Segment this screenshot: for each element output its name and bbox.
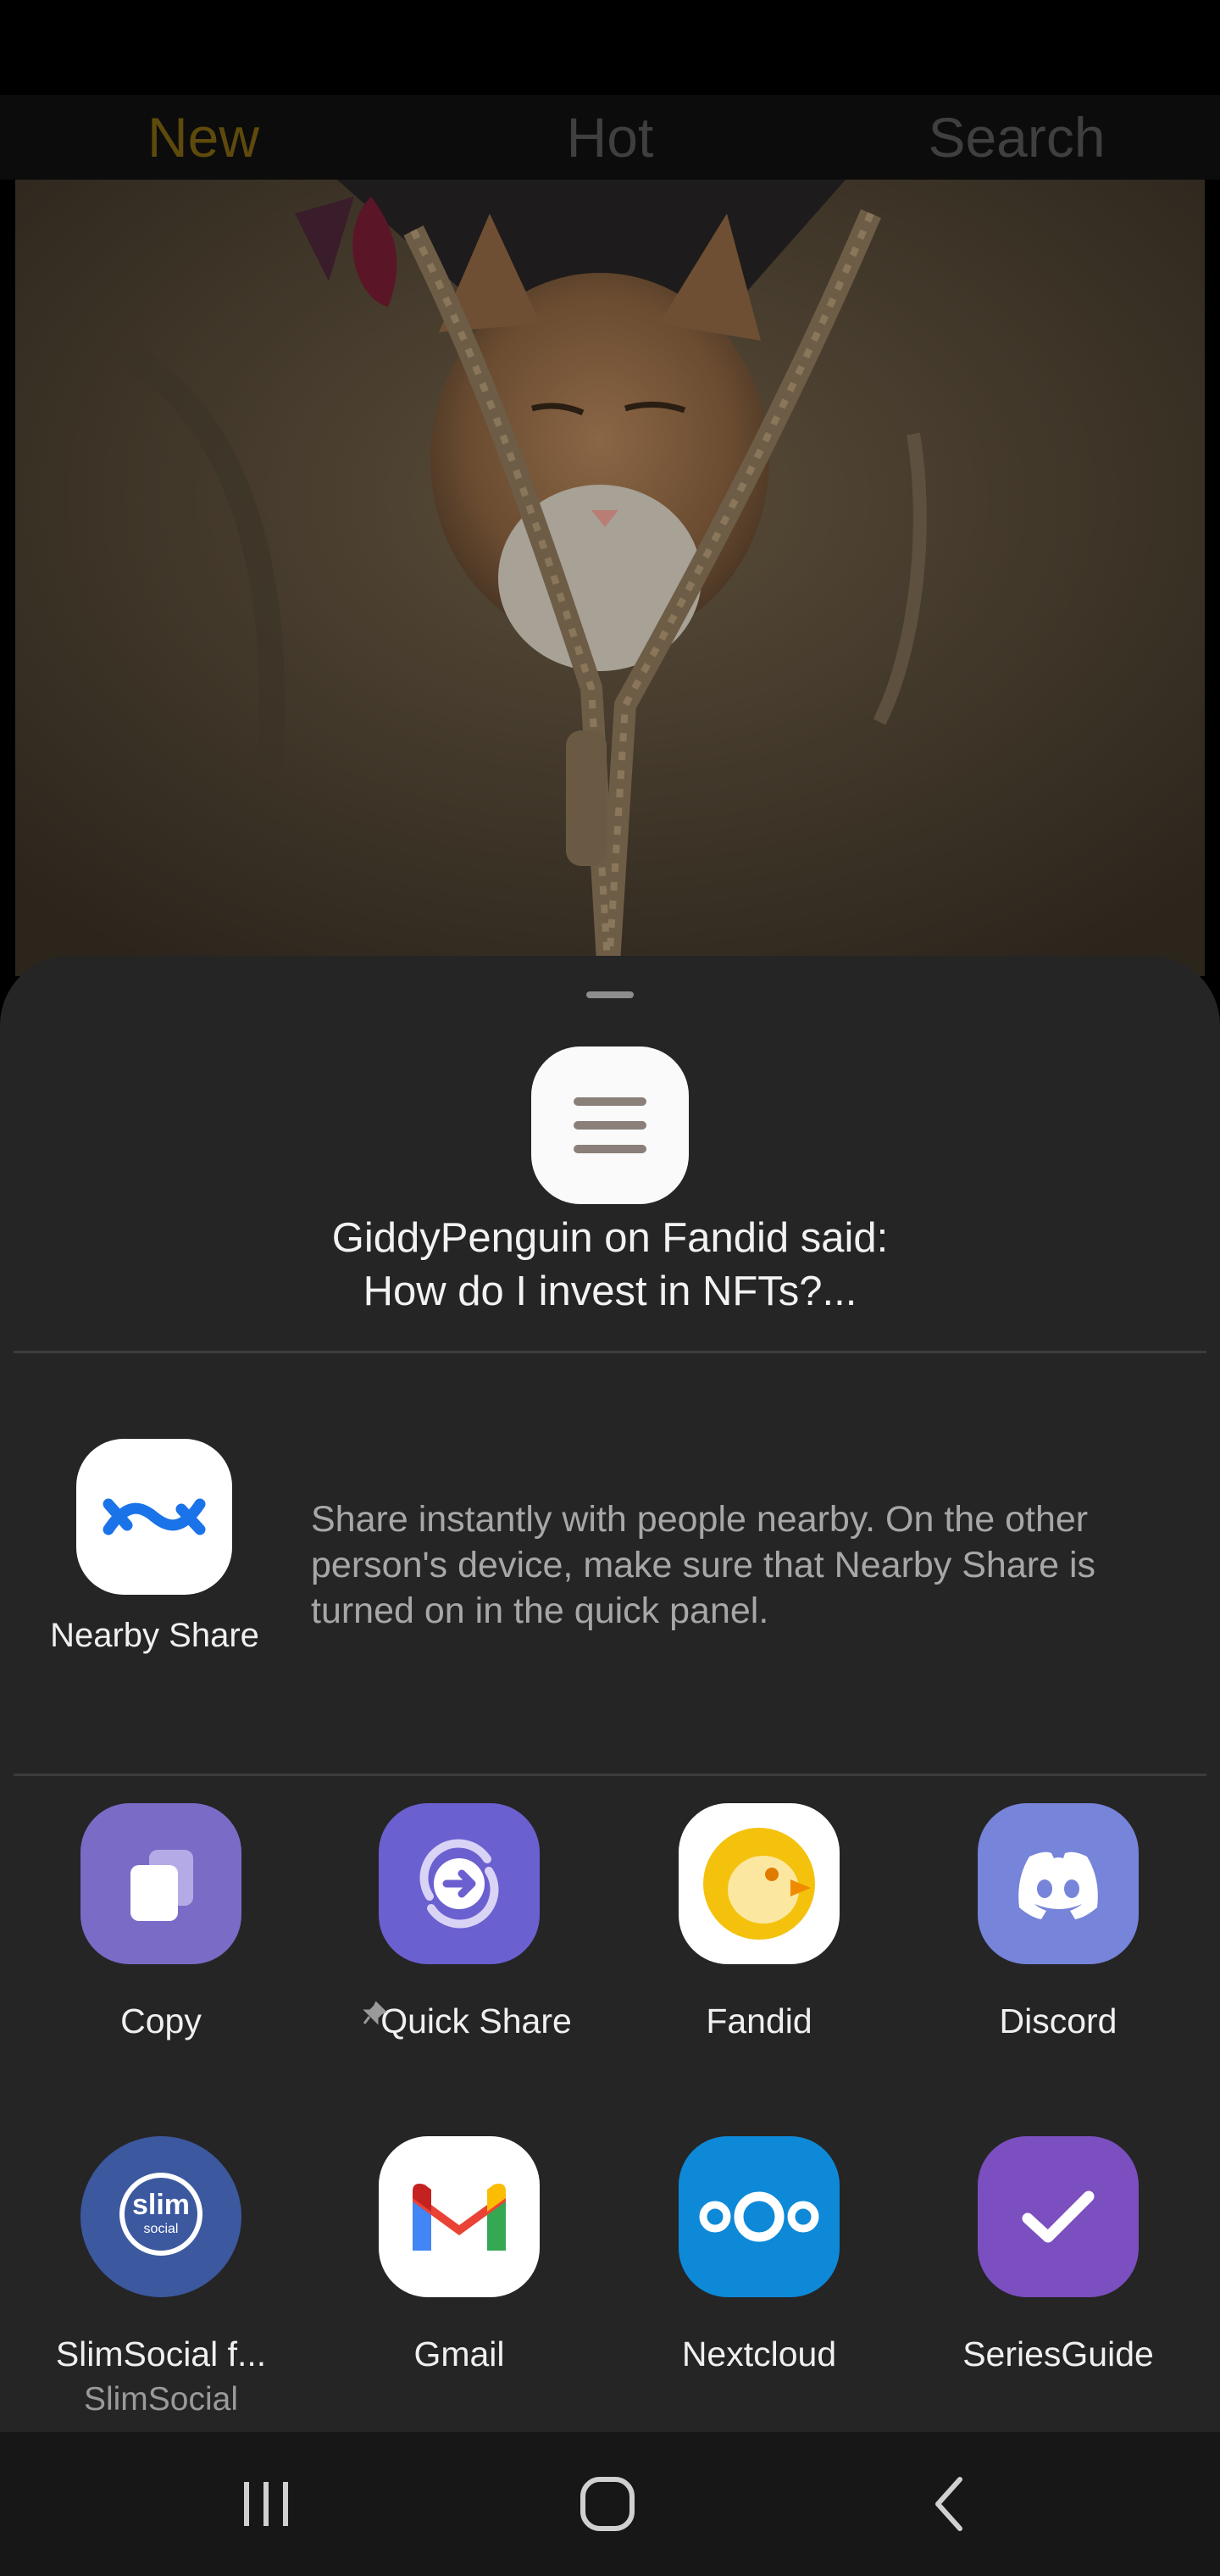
share-target-slimsocial[interactable]: slim social SlimSocial f... SlimSocial — [12, 2136, 310, 2424]
share-target-fandid[interactable]: Fandid — [610, 1803, 908, 2042]
nextcloud-icon — [679, 2136, 840, 2297]
quick-share-icon — [379, 1803, 540, 1964]
seriesguide-icon — [978, 2136, 1139, 2297]
share-target-label: Gmail — [413, 2334, 505, 2373]
share-target-label: Discord — [999, 2001, 1117, 2040]
share-sheet: GiddyPenguin on Fandid said: How do I in… — [0, 956, 1220, 2432]
share-target-gmail[interactable]: Gmail — [310, 2136, 608, 2375]
share-target-copy[interactable]: Copy — [12, 1803, 310, 2042]
drag-handle[interactable] — [586, 991, 634, 998]
slimsocial-logo-sub: social — [144, 2222, 179, 2236]
share-target-discord[interactable]: Discord — [909, 1803, 1207, 2042]
back-icon — [935, 2477, 962, 2531]
home-button[interactable] — [557, 2453, 658, 2555]
share-preview-line1: GiddyPenguin on Fandid said: — [331, 1215, 889, 1261]
app-tab-bar: New Hot Search — [0, 95, 1220, 180]
share-preview-text: GiddyPenguin on Fandid said: How do I in… — [0, 1212, 1220, 1319]
share-target-label: SeriesGuide — [962, 2334, 1154, 2373]
recent-apps-button[interactable] — [215, 2453, 317, 2555]
discord-icon — [978, 1803, 1139, 1964]
divider — [14, 1774, 1206, 1776]
fandid-icon — [679, 1803, 840, 1964]
share-target-label: Fandid — [706, 2001, 812, 2040]
share-target-quick-share[interactable]: Quick Share — [310, 1803, 608, 2042]
pin-icon — [363, 2001, 387, 2025]
home-icon — [580, 2477, 635, 2531]
slimsocial-logo-text: slim — [132, 2189, 190, 2221]
recent-apps-icon — [244, 2482, 288, 2526]
nearby-share-icon — [103, 1498, 206, 1535]
share-target-seriesguide[interactable]: SeriesGuide — [909, 2136, 1207, 2375]
post-image — [15, 180, 1205, 976]
tab-hot[interactable]: Hot — [407, 95, 813, 180]
nearby-share-description: Share instantly with people nearby. On t… — [311, 1499, 1095, 1631]
tab-search[interactable]: Search — [813, 95, 1220, 180]
divider — [14, 1351, 1206, 1353]
nearby-share-button[interactable] — [76, 1439, 232, 1595]
share-target-label: Nextcloud — [681, 2334, 837, 2373]
gmail-icon — [379, 2136, 540, 2297]
share-preview-line2: How do I invest in NFTs?... — [363, 1269, 857, 1314]
text-document-icon — [531, 1046, 689, 1204]
share-target-label: Quick Share — [380, 2001, 572, 2040]
status-bar — [0, 0, 1220, 95]
share-target-sublabel: SlimSocial — [83, 2381, 239, 2418]
tab-new[interactable]: New — [0, 95, 407, 180]
share-target-label: SlimSocial f... — [55, 2334, 267, 2373]
slimsocial-icon: slim social — [80, 2136, 241, 2297]
copy-icon — [80, 1803, 241, 1964]
back-button[interactable] — [898, 2453, 1000, 2555]
share-target-label: Copy — [120, 2001, 202, 2040]
navigation-bar — [0, 2432, 1220, 2576]
share-target-nextcloud[interactable]: Nextcloud — [610, 2136, 908, 2375]
nearby-share-label: Nearby Share — [50, 1617, 259, 1654]
